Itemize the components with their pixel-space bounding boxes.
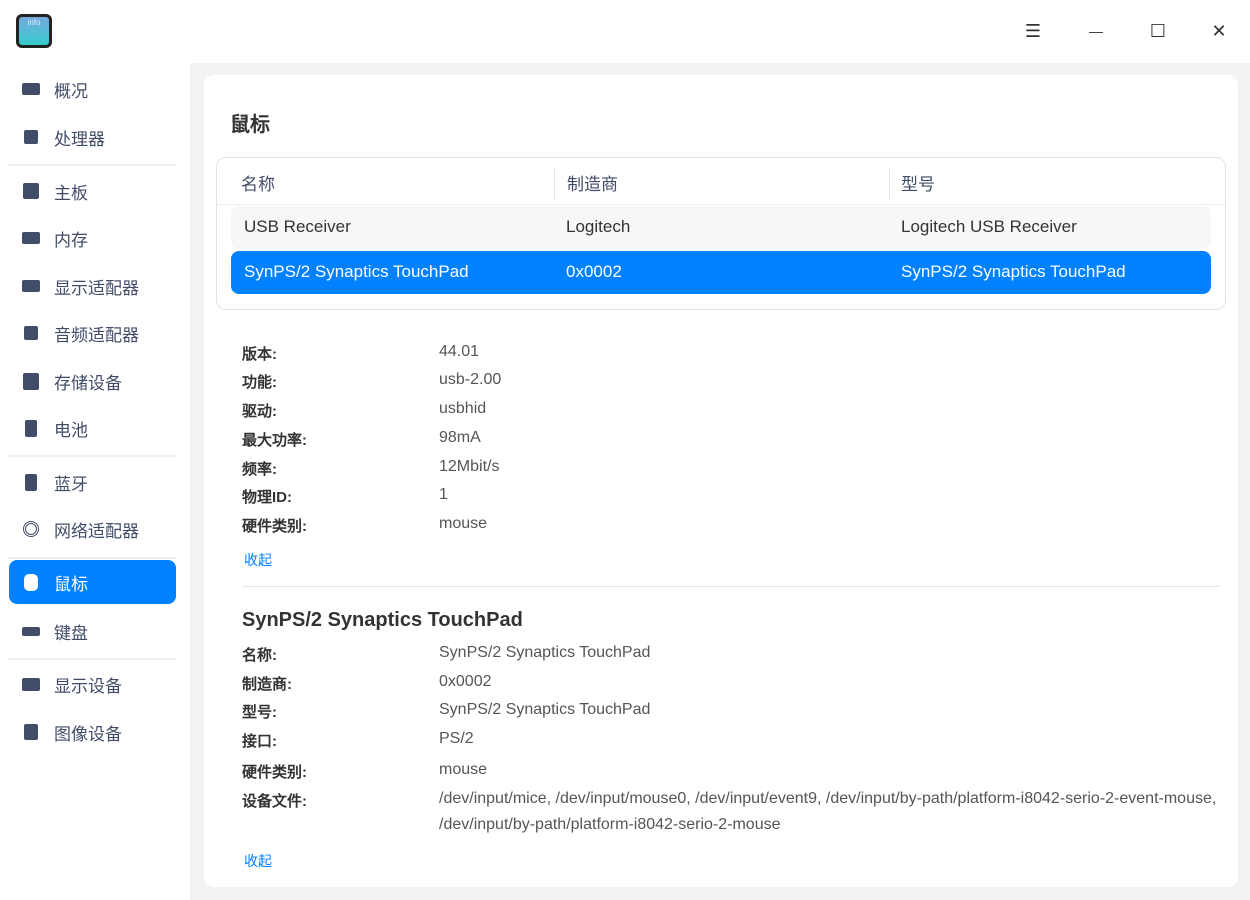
- sidebar-item-label: 键盘: [54, 623, 88, 643]
- camera-icon: [21, 724, 41, 740]
- header-divider: [217, 204, 1225, 205]
- mouse-icon: [21, 573, 41, 591]
- detail-value: 44.01: [439, 343, 480, 360]
- sidebar-separator: [8, 455, 177, 457]
- sidebar-item-label: 主板: [54, 183, 88, 203]
- detail-label: 设备文件:: [242, 793, 307, 810]
- sidebar-separator: [8, 658, 177, 660]
- sidebar-item-label: 图像设备: [54, 724, 122, 744]
- sidebar-item-9[interactable]: 网络适配器: [9, 507, 176, 551]
- detail-value: usbhid: [439, 400, 487, 417]
- motherboard-icon: [21, 183, 41, 199]
- sidebar-item-10[interactable]: 鼠标: [9, 560, 176, 604]
- app-logo-text: info: [19, 17, 49, 45]
- app-logo: info: [16, 14, 52, 48]
- detail-label: 版本:: [242, 346, 277, 363]
- device-table: 名称 制造商 型号 USB Receiver Logitech Logitech…: [216, 157, 1226, 310]
- column-separator[interactable]: [554, 168, 555, 200]
- sidebar-item-3[interactable]: 内存: [9, 216, 176, 260]
- maximize-button[interactable]: ☐: [1143, 16, 1173, 46]
- bluetooth-icon: [21, 473, 41, 491]
- detail-value: SynPS/2 Synaptics TouchPad: [439, 701, 651, 718]
- detail-label: 物理ID:: [242, 489, 292, 506]
- page-title: 鼠标: [230, 114, 270, 136]
- computer-icon: [21, 81, 41, 97]
- detail-value: usb-2.00: [439, 371, 502, 388]
- sidebar-item-label: 显示设备: [54, 676, 122, 696]
- sidebar-item-13[interactable]: 图像设备: [9, 710, 176, 754]
- sidebar-item-6[interactable]: 存储设备: [9, 359, 176, 403]
- sidebar-item-8[interactable]: 蓝牙: [9, 460, 176, 504]
- detail-label: 功能:: [242, 374, 277, 391]
- detail-value: 12Mbit/s: [439, 458, 500, 475]
- cell-model: SynPS/2 Synaptics TouchPad: [901, 262, 1126, 281]
- cell-model: Logitech USB Receiver: [901, 217, 1077, 236]
- sidebar-item-label: 显示适配器: [54, 278, 139, 298]
- detail-label: 最大功率:: [242, 432, 307, 449]
- detail-value: SynPS/2 Synaptics TouchPad: [439, 644, 651, 661]
- collapse-link[interactable]: 收起: [244, 851, 272, 871]
- sidebar-item-label: 处理器: [54, 129, 105, 149]
- detail-value: /dev/input/mice, /dev/input/mouse0, /dev…: [439, 790, 1217, 833]
- minimize-button[interactable]: —: [1081, 16, 1111, 46]
- detail-value: mouse: [439, 761, 488, 778]
- column-header-name[interactable]: 名称: [241, 170, 275, 195]
- sidebar-item-2[interactable]: 主板: [9, 169, 176, 213]
- detail-label: 驱动:: [242, 403, 277, 420]
- sidebar-item-label: 蓝牙: [54, 474, 88, 494]
- speaker-icon: [21, 325, 41, 341]
- detail-label: 型号:: [242, 704, 277, 721]
- section-title: SynPS/2 Synaptics TouchPad: [242, 609, 523, 631]
- column-separator[interactable]: [889, 168, 890, 200]
- sidebar-item-label: 网络适配器: [54, 521, 139, 541]
- gpu-icon: [21, 278, 41, 294]
- sidebar-item-label: 存储设备: [54, 373, 122, 393]
- detail-value: 1: [439, 486, 448, 503]
- disk-icon: [21, 372, 41, 390]
- detail-label: 接口:: [242, 733, 277, 750]
- detail-label: 硬件类别:: [242, 518, 307, 535]
- cell-vendor: Logitech: [566, 217, 631, 236]
- sidebar-item-11[interactable]: 键盘: [9, 609, 176, 653]
- collapse-link[interactable]: 收起: [244, 550, 272, 570]
- title-bar: info ☰ — ☐ ✕: [0, 0, 1250, 63]
- cell-vendor: 0x0002: [566, 262, 622, 281]
- network-icon: [21, 521, 41, 537]
- cell-name: SynPS/2 Synaptics TouchPad: [244, 262, 469, 281]
- detail-label: 名称:: [242, 647, 277, 664]
- detail-value: PS/2: [439, 730, 474, 747]
- detail-value: mouse: [439, 515, 488, 532]
- sidebar-item-label: 电池: [54, 420, 88, 440]
- detail-value: 98mA: [439, 429, 481, 446]
- sidebar-item-label: 内存: [54, 230, 88, 250]
- sidebar-item-7[interactable]: 电池: [9, 406, 176, 450]
- detail-value: 0x0002: [439, 673, 492, 690]
- monitor-icon: [21, 676, 41, 692]
- detail-label: 硬件类别:: [242, 764, 307, 781]
- sidebar-item-label: 概况: [54, 81, 88, 101]
- cpu-icon: [21, 129, 41, 145]
- column-header-model[interactable]: 型号: [901, 170, 935, 195]
- sidebar-item-4[interactable]: 显示适配器: [9, 264, 176, 308]
- cell-name: USB Receiver: [244, 217, 351, 236]
- table-row[interactable]: USB Receiver Logitech Logitech USB Recei…: [231, 206, 1211, 249]
- detail-label: 频率:: [242, 461, 277, 478]
- sidebar-item-label: 音频适配器: [54, 325, 139, 345]
- sidebar-item-label: 鼠标: [54, 574, 88, 594]
- column-header-vendor[interactable]: 制造商: [567, 170, 618, 195]
- sidebar-item-5[interactable]: 音频适配器: [9, 311, 176, 355]
- memory-icon: [21, 230, 41, 246]
- keyboard-icon: [21, 623, 41, 639]
- battery-icon: [21, 419, 41, 437]
- section-divider: [242, 586, 1220, 587]
- menu-button[interactable]: ☰: [1018, 16, 1048, 46]
- detail-label: 制造商:: [242, 676, 292, 693]
- sidebar-item-1[interactable]: 处理器: [9, 115, 176, 159]
- sidebar-item-12[interactable]: 显示设备: [9, 662, 176, 706]
- sidebar-item-0[interactable]: 概况: [9, 67, 176, 111]
- sidebar-separator: [8, 557, 177, 559]
- table-row-selected[interactable]: SynPS/2 Synaptics TouchPad 0x0002 SynPS/…: [231, 251, 1211, 294]
- sidebar-separator: [8, 164, 177, 166]
- close-button[interactable]: ✕: [1204, 16, 1234, 46]
